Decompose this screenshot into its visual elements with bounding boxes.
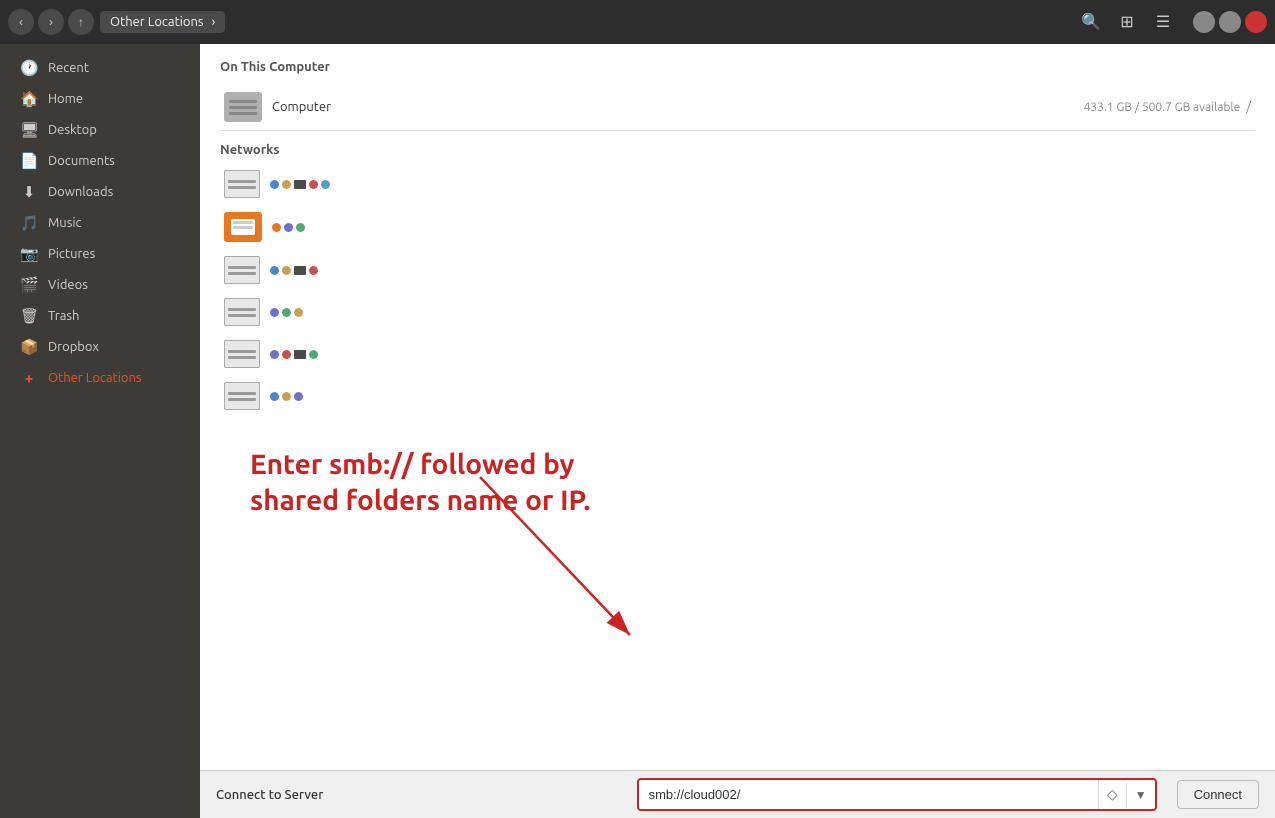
search-button[interactable]: 🔍 bbox=[1077, 8, 1105, 36]
connect-to-server-label: Connect to Server bbox=[216, 788, 323, 802]
nas-icon-5 bbox=[224, 340, 260, 368]
sidebar-label-other-locations: Other Locations bbox=[48, 371, 142, 385]
sidebar-item-home[interactable]: 🏠 Home bbox=[4, 84, 196, 114]
desktop-icon: 🖥 bbox=[20, 121, 38, 139]
titlebar: ‹ › ↑ Other Locations › 🔍 ⊞ ☰ bbox=[0, 0, 1275, 44]
network-item-2[interactable] bbox=[220, 205, 1255, 249]
downloads-icon: ⬇ bbox=[20, 183, 38, 201]
network-label-2 bbox=[272, 223, 305, 232]
annotation-arrow bbox=[400, 467, 680, 667]
bottom-bar: Connect to Server ◇ ▼ Connect bbox=[200, 770, 1275, 818]
computer-row[interactable]: Computer 433.1 GB / 500.7 GB available / bbox=[220, 84, 1255, 131]
network-label-4 bbox=[270, 308, 303, 317]
back-button[interactable]: ‹ bbox=[8, 9, 34, 35]
music-icon: 🎵 bbox=[20, 214, 38, 232]
computer-space: 433.1 GB / 500.7 GB available bbox=[1084, 101, 1241, 114]
computer-label: Computer bbox=[272, 100, 331, 114]
sidebar-label-recent: Recent bbox=[48, 61, 89, 75]
menu-button[interactable]: ☰ bbox=[1149, 8, 1177, 36]
forward-button[interactable]: › bbox=[38, 9, 64, 35]
computer-slash: / bbox=[1246, 100, 1251, 114]
close-button[interactable] bbox=[1245, 11, 1267, 33]
maximize-button[interactable] bbox=[1219, 11, 1241, 33]
videos-icon: 🎬 bbox=[20, 276, 38, 294]
sidebar-label-dropbox: Dropbox bbox=[48, 340, 99, 354]
sidebar-label-pictures: Pictures bbox=[48, 247, 95, 261]
sidebar-label-desktop: Desktop bbox=[48, 123, 97, 137]
location-text: Other Locations bbox=[110, 15, 204, 29]
network-item-1[interactable] bbox=[220, 163, 1255, 205]
sidebar-item-desktop[interactable]: 🖥 Desktop bbox=[4, 115, 196, 145]
sidebar-label-downloads: Downloads bbox=[48, 185, 113, 199]
sidebar-label-documents: Documents bbox=[48, 154, 115, 168]
pictures-icon: 📷 bbox=[20, 245, 38, 263]
network-item-5[interactable] bbox=[220, 333, 1255, 375]
up-button[interactable]: ↑ bbox=[68, 9, 94, 35]
network-label-1 bbox=[270, 180, 330, 189]
sidebar: 🕐 Recent 🏠 Home 🖥 Desktop 📄 Documents ⬇ … bbox=[0, 44, 200, 818]
view-toggle-button[interactable]: ⊞ bbox=[1113, 8, 1141, 36]
nas-icon-3 bbox=[224, 256, 260, 284]
home-icon: 🏠 bbox=[20, 90, 38, 108]
dropdown-arrow-button[interactable]: ▼ bbox=[1126, 782, 1155, 808]
bookmark-icon-button[interactable]: ◇ bbox=[1098, 780, 1126, 809]
sidebar-item-music[interactable]: 🎵 Music bbox=[4, 208, 196, 238]
network-label-3 bbox=[270, 266, 318, 275]
other-locations-icon: + bbox=[20, 369, 38, 386]
network-item-3[interactable] bbox=[220, 249, 1255, 291]
annotation-area: Enter smb:// followed by shared folders … bbox=[220, 417, 1255, 697]
on-this-computer-title: On This Computer bbox=[220, 60, 1255, 74]
sidebar-item-other-locations[interactable]: + Other Locations bbox=[4, 363, 196, 392]
dropbox-icon: 📦 bbox=[20, 338, 38, 356]
nas-icon-6 bbox=[224, 382, 260, 410]
network-label-5 bbox=[270, 350, 318, 359]
nas-icon-2 bbox=[224, 212, 262, 242]
recent-icon: 🕐 bbox=[20, 59, 38, 77]
main-layout: 🕐 Recent 🏠 Home 🖥 Desktop 📄 Documents ⬇ … bbox=[0, 44, 1275, 818]
sidebar-item-downloads[interactable]: ⬇ Downloads bbox=[4, 177, 196, 207]
connect-button[interactable]: Connect bbox=[1177, 780, 1259, 809]
window-controls bbox=[1193, 11, 1267, 33]
nas-icon-1 bbox=[224, 170, 260, 198]
sidebar-item-recent[interactable]: 🕐 Recent bbox=[4, 53, 196, 83]
titlebar-actions: 🔍 ⊞ ☰ bbox=[1077, 8, 1267, 36]
computer-hdd-icon bbox=[224, 92, 262, 122]
trash-icon: 🗑 bbox=[20, 307, 38, 325]
sidebar-item-videos[interactable]: 🎬 Videos bbox=[4, 270, 196, 300]
connect-input-wrapper: ◇ ▼ bbox=[637, 778, 1157, 811]
sidebar-item-documents[interactable]: 📄 Documents bbox=[4, 146, 196, 176]
computer-icon-area: Computer bbox=[224, 92, 331, 122]
connect-server-input[interactable] bbox=[639, 781, 1098, 808]
nav-buttons: ‹ › ↑ bbox=[8, 9, 94, 35]
network-item-6[interactable] bbox=[220, 375, 1255, 417]
network-item-4[interactable] bbox=[220, 291, 1255, 333]
networks-title: Networks bbox=[220, 143, 1255, 157]
minimize-button[interactable] bbox=[1193, 11, 1215, 33]
network-label-6 bbox=[270, 392, 303, 401]
sidebar-label-music: Music bbox=[48, 216, 82, 230]
sidebar-label-trash: Trash bbox=[48, 309, 79, 323]
sidebar-item-dropbox[interactable]: 📦 Dropbox bbox=[4, 332, 196, 362]
sidebar-item-pictures[interactable]: 📷 Pictures bbox=[4, 239, 196, 269]
location-chevron: › bbox=[212, 15, 216, 29]
content-area: On This Computer Computer 433.1 GB / 500… bbox=[200, 44, 1275, 818]
location-bar[interactable]: Other Locations › bbox=[100, 11, 225, 33]
nas-icon-4 bbox=[224, 298, 260, 326]
sidebar-item-trash[interactable]: 🗑 Trash bbox=[4, 301, 196, 331]
sidebar-label-videos: Videos bbox=[48, 278, 88, 292]
content-scroll: On This Computer Computer 433.1 GB / 500… bbox=[200, 44, 1275, 770]
sidebar-label-home: Home bbox=[48, 92, 83, 106]
documents-icon: 📄 bbox=[20, 152, 38, 170]
